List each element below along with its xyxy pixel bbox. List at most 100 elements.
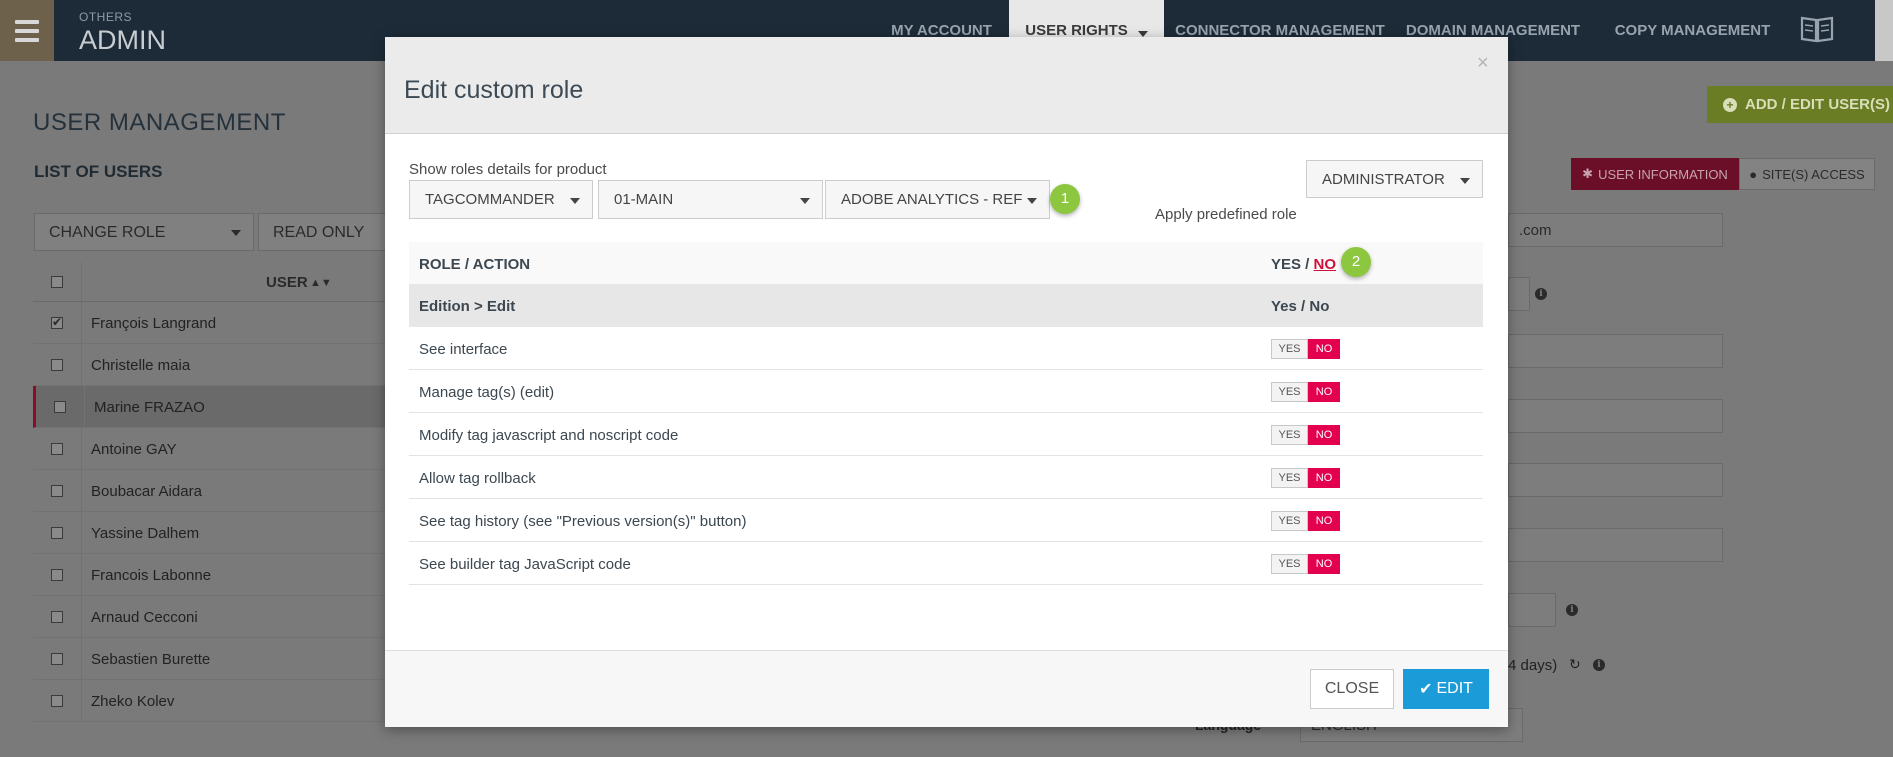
tab-sites-access[interactable]: ● SITE(S) ACCESS [1739,158,1875,190]
text-field[interactable] [1508,399,1723,433]
table-row: See builder tag JavaScript code YES NO [409,542,1483,585]
close-icon[interactable]: × [1477,52,1489,75]
toggle-yes[interactable]: YES [1271,425,1308,445]
action-label: Allow tag rollback [419,470,536,487]
step-badge-2: 2 [1341,247,1371,277]
add-edit-users-button[interactable]: + ADD / EDIT USER(S) [1707,86,1893,123]
yes-no-toggle[interactable]: YES NO [1271,511,1340,531]
expiry-text: 4 days) [1508,657,1558,674]
yes-no-toggle[interactable]: YES NO [1271,382,1340,402]
row-checkbox[interactable] [51,695,63,707]
table-row[interactable]: Antoine GAY [33,428,388,470]
row-checkbox[interactable] [51,569,63,581]
dialog-title: Edit custom role [404,76,584,104]
book-icon[interactable] [1800,14,1834,44]
text-field[interactable] [1508,334,1723,368]
nav-copy-management[interactable]: COPY MANAGEMENT [1610,0,1775,61]
row-checkbox[interactable] [51,485,63,497]
toggle-no[interactable]: NO [1308,511,1340,531]
section-label: OTHERS [79,10,133,24]
role-action-header: ROLE / ACTION [419,256,531,273]
row-checkbox[interactable] [51,653,63,665]
table-row[interactable]: Sebastien Burette [33,638,388,680]
row-checkbox[interactable] [51,527,63,539]
yes-no-toggle[interactable]: YES NO [1271,425,1340,445]
toggle-no[interactable]: NO [1308,554,1340,574]
predefined-role-select[interactable]: ADMINISTRATOR [1306,160,1483,198]
user-name: Boubacar Aidara [91,483,202,500]
toggle-no[interactable]: NO [1308,382,1340,402]
toggle-yes[interactable]: YES [1271,382,1308,402]
yes-no-toggle[interactable]: YES NO [1271,468,1340,488]
predefined-role-label: Apply predefined role [1155,206,1297,223]
list-title: LIST OF USERS [34,162,163,181]
email-field[interactable]: .com [1508,213,1723,247]
table-row[interactable]: Arnaud Cecconi [33,596,388,638]
site-select[interactable]: 01-MAIN [598,180,823,219]
table-header: USER ▲▼ [33,262,388,302]
read-only-select[interactable]: READ ONLY [258,213,388,251]
toggle-yes[interactable]: YES [1271,554,1308,574]
table-row[interactable]: François Langrand [33,302,388,344]
row-checkbox[interactable] [51,443,63,455]
edit-button[interactable]: ✔ EDIT [1403,669,1489,709]
product-select[interactable]: TAGCOMMANDER [409,180,593,219]
toggle-no[interactable]: NO [1308,425,1340,445]
table-row[interactable]: Zheko Kolev [33,680,388,722]
set-all-no-link[interactable]: NO [1314,256,1337,273]
table-row[interactable]: Boubacar Aidara [33,470,388,512]
user-name: François Langrand [91,315,217,332]
toggle-no[interactable]: NO [1308,468,1340,488]
row-checkbox[interactable] [51,359,63,371]
yes-no-toggle[interactable]: YES NO [1271,554,1340,574]
user-name: Christelle maia [91,357,191,374]
table-row[interactable]: Francois Labonne [33,554,388,596]
user-name: Marine FRAZAO [94,399,205,416]
scroll-edge [1875,0,1893,61]
row-checkbox[interactable] [54,401,66,413]
toggle-no[interactable]: NO [1308,339,1340,359]
user-name: Yassine Dalhem [91,525,200,542]
plus-icon: + [1723,97,1737,112]
change-role-select[interactable]: CHANGE ROLE [34,213,254,251]
tab-user-information[interactable]: ✱ USER INFORMATION [1571,158,1739,190]
select-all-checkbox[interactable] [51,276,63,288]
table-header: ROLE / ACTION YES / NO [409,242,1483,284]
chevron-down-icon [1137,30,1148,37]
table-row: Manage tag(s) (edit) YES NO [409,370,1483,413]
users-table: USER ▲▼ François Langrand Christelle maia… [33,262,388,722]
info-icon[interactable]: i [1566,604,1578,616]
gear-icon: ✱ [1582,166,1594,181]
group-value: Yes / No [1271,298,1330,315]
row-checkbox[interactable] [51,611,63,623]
menu-icon[interactable] [0,0,54,61]
close-button[interactable]: CLOSE [1310,669,1394,709]
user-name: Sebastien Burette [91,651,211,668]
field-fragment[interactable] [1508,277,1530,311]
page-title: USER MANAGEMENT [33,109,286,136]
user-column-header[interactable]: USER [266,274,308,291]
tag-select[interactable]: ADOBE ANALYTICS - REF [825,180,1050,219]
text-field[interactable] [1508,528,1723,562]
table-row[interactable]: Christelle maia [33,344,388,386]
info-icon[interactable]: i [1535,288,1547,300]
role-actions-table: ROLE / ACTION YES / NO Edition > Edit Ye… [409,242,1483,585]
user-name: Zheko Kolev [91,693,175,710]
toggle-yes[interactable]: YES [1271,468,1308,488]
step-badge-1: 1 [1050,184,1080,214]
refresh-icon[interactable]: ↻ [1569,656,1581,673]
text-field[interactable] [1508,463,1723,497]
toggle-yes[interactable]: YES [1271,511,1308,531]
toggle-yes[interactable]: YES [1271,339,1308,359]
table-row[interactable]: Marine FRAZAO [33,386,388,428]
yes-no-toggle[interactable]: YES NO [1271,339,1340,359]
action-label: See builder tag JavaScript code [419,556,631,573]
info-icon[interactable]: i [1593,659,1605,671]
table-row[interactable]: Yassine Dalhem [33,512,388,554]
yes-no-header: YES / NO [1271,256,1337,273]
row-checkbox[interactable] [51,315,63,329]
action-label: See interface [419,341,508,358]
field-fragment[interactable] [1508,593,1556,627]
sort-icon[interactable]: ▲▼ [310,277,332,289]
table-row: See interface YES NO [409,327,1483,370]
